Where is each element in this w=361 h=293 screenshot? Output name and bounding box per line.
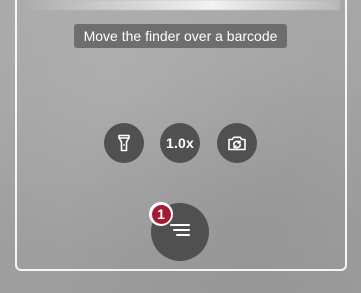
switch-camera-button[interactable]: [217, 123, 257, 163]
scan-hint: Move the finder over a barcode: [74, 24, 287, 48]
camera-switch-icon: [227, 134, 247, 152]
results-count-badge: 1: [149, 202, 173, 226]
zoom-button[interactable]: 1.0x: [160, 123, 200, 163]
flashlight-icon: [116, 134, 132, 152]
list-icon: [168, 221, 192, 244]
results-count: 1: [151, 204, 171, 224]
zoom-label: 1.0x: [165, 135, 195, 151]
torch-button[interactable]: [104, 123, 144, 163]
camera-viewport: Move the finder over a barcode 1.0x 1: [0, 0, 361, 293]
